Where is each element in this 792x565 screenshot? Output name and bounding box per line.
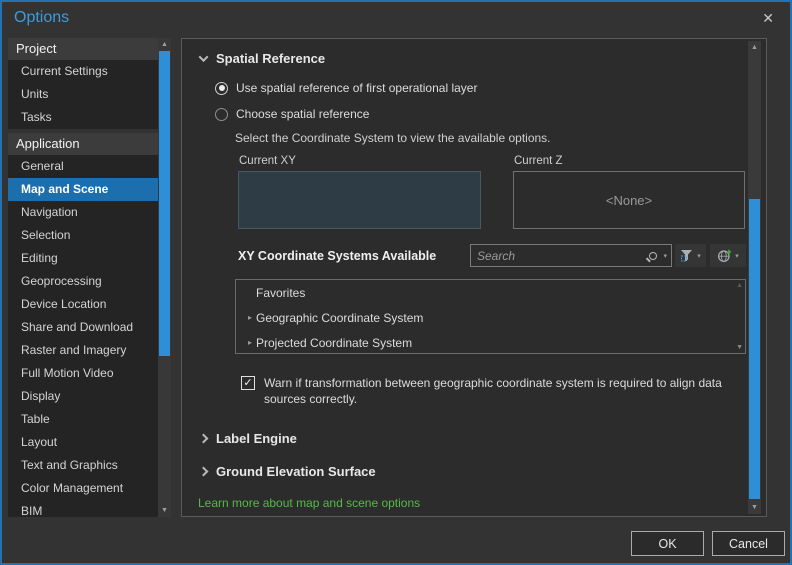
sidebar-item-current-settings[interactable]: Current Settings (8, 60, 158, 83)
label-engine-section-header[interactable]: Label Engine (198, 431, 297, 446)
sidebar-item-layout[interactable]: Layout (8, 431, 158, 454)
radio-choose-spatial-reference[interactable]: Choose spatial reference (215, 107, 369, 121)
coordinate-systems-list: Favorites ▸ Geographic Coordinate System… (235, 279, 746, 354)
content-scrollbar-thumb[interactable] (749, 199, 760, 499)
sidebar-item-table[interactable]: Table (8, 408, 158, 431)
title-bar: Options ✕ (2, 2, 790, 36)
current-xy-label: Current XY (239, 155, 296, 167)
list-scroll-up-icon[interactable]: ▲ (736, 282, 743, 289)
sidebar-item-general[interactable]: General (8, 155, 158, 178)
geographic-cs-label: Geographic Coordinate System (256, 310, 424, 325)
radio-use-first-layer-label: Use spatial reference of first operation… (236, 81, 478, 95)
scroll-down-icon[interactable]: ▼ (158, 504, 171, 517)
sidebar-item-units[interactable]: Units (8, 83, 158, 106)
sidebar-item-navigation[interactable]: Navigation (8, 201, 158, 224)
scroll-up-icon[interactable]: ▲ (158, 38, 171, 51)
current-z-label: Current Z (514, 155, 563, 167)
list-item-favorites[interactable]: Favorites (236, 280, 745, 305)
learn-more-link[interactable]: Learn more about map and scene options (198, 496, 420, 510)
list-item-projected-coordinate-system[interactable]: ▸ Projected Coordinate System (236, 330, 745, 355)
tree-expander-icon[interactable]: ▸ (244, 338, 256, 347)
warn-checkbox-label: Warn if transformation between geographi… (264, 376, 722, 406)
sidebar-scrollbar-thumb[interactable] (159, 51, 170, 356)
scroll-up-icon[interactable]: ▲ (748, 41, 761, 54)
sidebar-item-raster-and-imagery[interactable]: Raster and Imagery (8, 339, 158, 362)
spatial-reference-title: Spatial Reference (216, 51, 326, 66)
warn-transformation-row: ✓ Warn if transformation between geograp… (241, 375, 742, 407)
options-content-panel: Spatial Reference Use spatial reference … (181, 38, 767, 517)
radio-unselected-icon[interactable] (215, 107, 228, 121)
ground-elevation-title: Ground Elevation Surface (216, 464, 376, 479)
current-z-box: <None> (513, 171, 745, 229)
label-engine-title: Label Engine (216, 431, 297, 446)
globe-add-icon (718, 249, 732, 262)
current-xy-box (238, 171, 481, 229)
cancel-button[interactable]: Cancel (712, 531, 785, 556)
scroll-down-icon[interactable]: ▼ (748, 501, 761, 514)
search-icon (649, 251, 658, 260)
current-z-value: <None> (605, 192, 653, 208)
ground-elevation-section-header[interactable]: Ground Elevation Surface (198, 464, 376, 479)
sidebar-section-application: Application (8, 133, 158, 155)
coordinate-system-hint: Select the Coordinate System to view the… (235, 131, 551, 145)
list-item-geographic-coordinate-system[interactable]: ▸ Geographic Coordinate System (236, 305, 745, 330)
sidebar-item-share-and-download[interactable]: Share and Download (8, 316, 158, 339)
sidebar-item-bim[interactable]: BIM (8, 500, 158, 517)
favorites-label: Favorites (256, 285, 306, 300)
add-coordinate-system-button[interactable]: ▾ (710, 244, 746, 267)
chevron-down-icon (198, 52, 209, 63)
content-scrollbar[interactable]: ▲ ▼ (748, 41, 761, 514)
sidebar-item-device-location[interactable]: Device Location (8, 293, 158, 316)
chevron-right-icon (198, 466, 209, 477)
close-icon[interactable]: ✕ (762, 10, 774, 27)
radio-use-first-layer[interactable]: Use spatial reference of first operation… (215, 81, 477, 95)
sidebar-item-tasks[interactable]: Tasks (8, 106, 158, 129)
sidebar-item-geoprocessing[interactable]: Geoprocessing (8, 270, 158, 293)
sidebar-item-display[interactable]: Display (8, 385, 158, 408)
radio-selected-icon[interactable] (215, 81, 228, 95)
search-input[interactable] (477, 248, 650, 263)
sidebar-item-editing[interactable]: Editing (8, 247, 158, 270)
dialog-title: Options (14, 9, 70, 26)
options-dialog: Options ✕ Project Current Settings Units… (0, 0, 792, 565)
filter-button[interactable]: ▾ (675, 244, 706, 267)
warn-checkbox[interactable]: ✓ (241, 376, 255, 390)
list-scroll-down-icon[interactable]: ▼ (736, 344, 743, 351)
tree-expander-icon[interactable]: ▸ (244, 313, 256, 322)
filter-caret-icon[interactable]: ▾ (697, 252, 701, 260)
ok-button[interactable]: OK (631, 531, 704, 556)
spatial-reference-section-header[interactable]: Spatial Reference (198, 51, 326, 66)
sidebar-item-selection[interactable]: Selection (8, 224, 158, 247)
globe-caret-icon[interactable]: ▾ (735, 252, 739, 260)
search-box[interactable]: ▾ (470, 244, 672, 267)
sidebar-scrollbar[interactable]: ▲ ▼ (158, 38, 171, 517)
chevron-right-icon (198, 433, 209, 444)
sidebar-item-color-management[interactable]: Color Management (8, 477, 158, 500)
radio-choose-label: Choose spatial reference (236, 107, 370, 121)
sidebar-item-text-and-graphics[interactable]: Text and Graphics (8, 454, 158, 477)
sidebar-section-project: Project (8, 38, 158, 60)
projected-cs-label: Projected Coordinate System (256, 335, 413, 350)
search-caret-icon[interactable]: ▾ (663, 252, 667, 260)
sidebar-item-full-motion-video[interactable]: Full Motion Video (8, 362, 158, 385)
sidebar-item-map-and-scene[interactable]: Map and Scene (8, 178, 158, 201)
filter-icon (681, 250, 693, 262)
xy-coordinate-systems-label: XY Coordinate Systems Available (238, 249, 437, 263)
sidebar: Project Current Settings Units Tasks App… (8, 38, 158, 517)
